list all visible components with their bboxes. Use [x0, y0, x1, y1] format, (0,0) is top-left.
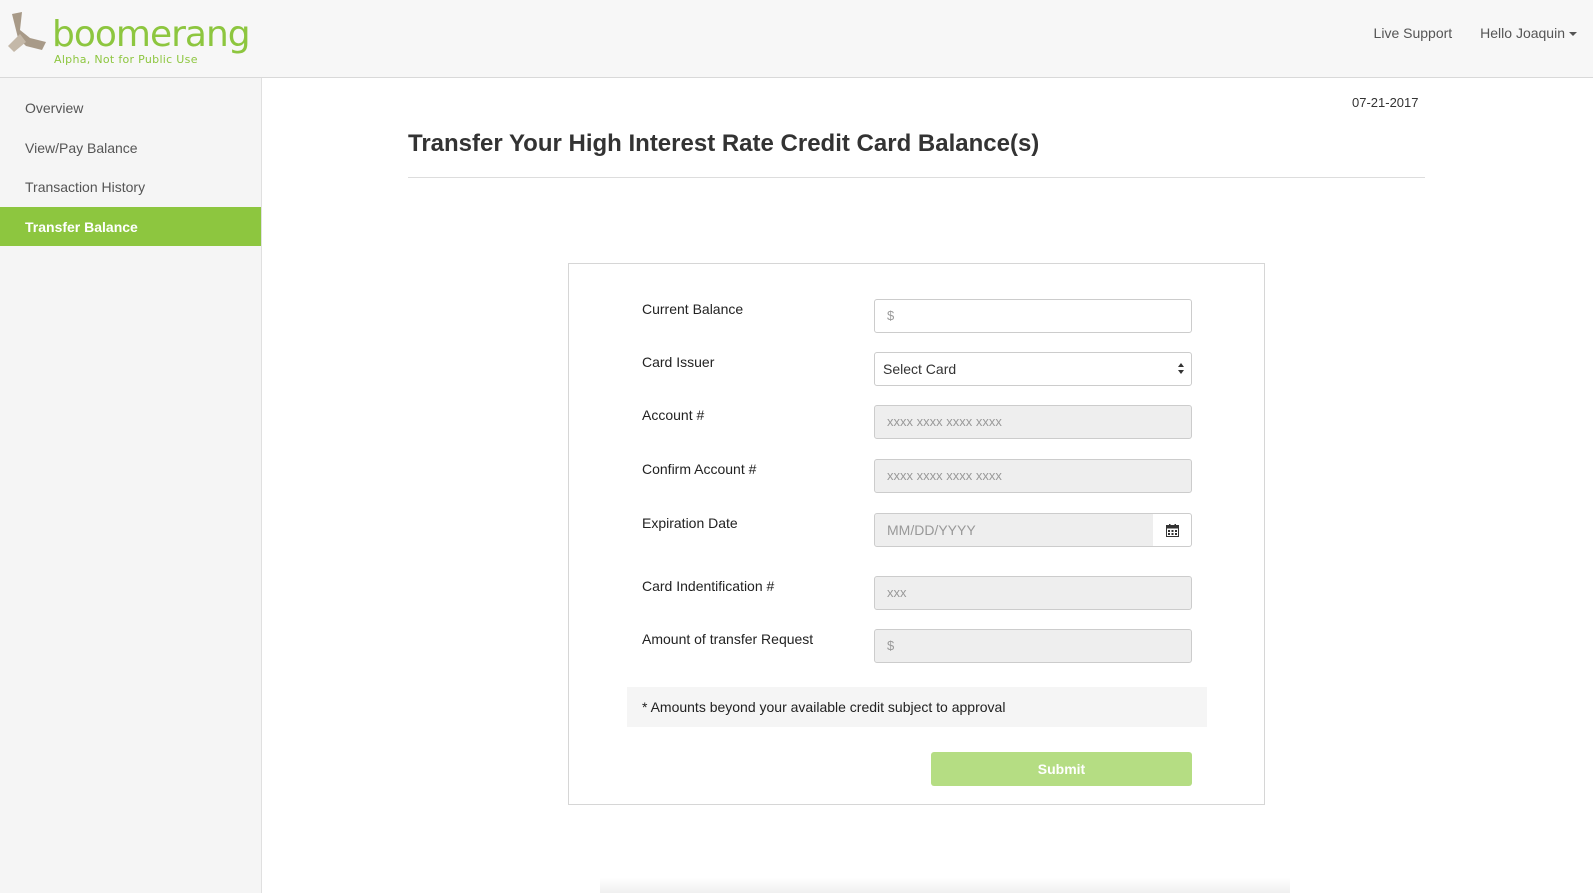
caret-down-icon — [1569, 32, 1577, 37]
card-id-input[interactable]: xxx — [874, 576, 1192, 610]
calendar-button[interactable] — [1153, 513, 1192, 547]
card-issuer-selected: Select Card — [883, 361, 957, 377]
current-balance-input[interactable]: $ — [874, 299, 1192, 333]
card-issuer-select[interactable]: Select Card — [874, 352, 1192, 386]
transfer-amount-input[interactable]: $ — [874, 629, 1192, 663]
confirm-account-input[interactable]: xxxx xxxx xxxx xxxx — [874, 459, 1192, 493]
sidebar-item-transaction-history[interactable]: Transaction History — [0, 167, 261, 207]
brand-tagline: Alpha, Not for Public Use — [54, 53, 198, 66]
account-number-label: Account # — [642, 407, 705, 423]
brand-name: boomerang — [52, 14, 251, 55]
bottom-shadow — [600, 878, 1290, 893]
brand-logo[interactable]: boomerang Alpha, Not for Public Use — [6, 10, 251, 70]
user-greeting: Hello Joaquin — [1480, 25, 1565, 41]
current-date: 07-21-2017 — [1352, 95, 1419, 110]
transfer-amount-label: Amount of transfer Request — [642, 631, 814, 647]
account-number-input[interactable]: xxxx xxxx xxxx xxxx — [874, 405, 1192, 439]
sidebar: Overview View/Pay Balance Transaction Hi… — [0, 78, 262, 893]
sidebar-item-view-pay-balance[interactable]: View/Pay Balance — [0, 128, 261, 168]
select-arrows-icon — [1178, 363, 1185, 375]
card-id-label: Card Indentification # — [642, 578, 775, 594]
sidebar-item-overview[interactable]: Overview — [0, 88, 261, 128]
boomerang-logo-icon — [8, 12, 46, 52]
expiration-date-input[interactable]: MM/DD/YYYY — [874, 513, 1154, 547]
top-navbar: boomerang Alpha, Not for Public Use Live… — [0, 0, 1593, 78]
card-issuer-label: Card Issuer — [642, 354, 715, 370]
submit-button[interactable]: Submit — [931, 752, 1192, 786]
approval-note: * Amounts beyond your available credit s… — [627, 687, 1207, 727]
calendar-icon — [1165, 523, 1179, 537]
page-title: Transfer Your High Interest Rate Credit … — [408, 130, 1040, 157]
expiration-date-label: Expiration Date — [642, 515, 738, 531]
transfer-balance-form: Current Balance $ Card Issuer Select Car… — [568, 263, 1265, 805]
current-balance-label: Current Balance — [642, 301, 744, 317]
user-menu[interactable]: Hello Joaquin — [1480, 25, 1577, 41]
sidebar-item-transfer-balance[interactable]: Transfer Balance — [0, 206, 261, 246]
title-divider — [408, 177, 1425, 178]
header-nav: Live Support Hello Joaquin — [1374, 25, 1577, 41]
live-support-link[interactable]: Live Support — [1374, 25, 1453, 41]
confirm-account-label: Confirm Account # — [642, 461, 757, 477]
